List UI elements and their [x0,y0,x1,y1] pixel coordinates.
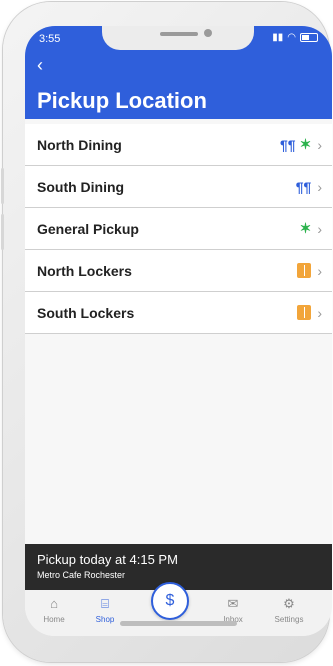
location-row[interactable]: General Pickup ✶ › [25,208,332,250]
tab-label: Home [43,615,65,624]
pickup-time: Pickup today at 4:15 PM [37,552,178,567]
phone-side-button [1,214,4,250]
tab-shop[interactable]: ⌸ Shop [77,596,133,624]
location-row[interactable]: South Dining ¶¶ › [25,166,332,208]
tab-settings[interactable]: ⚙ Settings [261,596,317,624]
tab-home[interactable]: ⌂ Home [26,596,82,624]
store-icon: ⌸ [101,596,109,611]
pay-button[interactable]: $ [151,582,189,620]
locker-icon [297,263,312,278]
utensils-icon: ¶¶ [280,136,296,153]
app-screen: 3:55 ▮▮ ◠ ‹ Pickup Location North Dining… [25,26,332,636]
tab-bar: ⌂ Home ⌸ Shop $ ✉ Inbox ⚙ Settings [25,582,332,636]
back-button[interactable]: ‹ [37,56,43,74]
location-list: North Dining ¶¶ ✶ › South Dining ¶¶ › Ge… [25,124,332,334]
battery-icon [300,33,318,42]
chevron-right-icon: › [317,262,322,279]
pickup-location-name: Metro Cafe Rochester [37,570,126,580]
tab-inbox[interactable]: ✉ Inbox [205,596,261,624]
signal-icon: ▮▮ [272,32,284,43]
tab-label: Settings [274,615,304,624]
camera [204,29,212,37]
status-time: 3:55 [39,33,61,45]
location-label: South Lockers [37,304,135,321]
speaker [160,32,198,36]
chevron-right-icon: › [317,136,322,153]
running-person-icon: ✶ [299,136,312,152]
home-icon: ⌂ [50,596,58,611]
utensils-icon: ¶¶ [295,178,312,195]
chevron-right-icon: › [317,220,322,237]
location-row[interactable]: North Dining ¶¶ ✶ › [25,124,332,166]
status-icons: ▮▮ ◠ [272,32,318,43]
location-label: General Pickup [37,220,139,237]
page-title: Pickup Location [37,88,207,113]
home-indicator [120,621,237,626]
chevron-left-icon: ‹ [37,55,43,75]
location-row[interactable]: North Lockers › [25,250,332,292]
location-label: South Dining [37,178,125,195]
running-person-icon: ✶ [299,220,312,236]
wifi-icon: ◠ [287,32,296,43]
locker-icon [297,305,312,320]
phone-side-button [1,168,4,204]
location-label: North Lockers [37,262,132,279]
notch [102,26,254,50]
dollar-icon: $ [165,592,175,609]
gear-icon: ⚙ [283,596,295,611]
chevron-right-icon: › [317,304,322,321]
tab-label: Shop [95,615,115,624]
location-row[interactable]: South Lockers › [25,292,332,334]
location-label: North Dining [37,136,122,153]
mail-icon: ✉ [227,596,239,611]
chevron-right-icon: › [317,178,322,195]
